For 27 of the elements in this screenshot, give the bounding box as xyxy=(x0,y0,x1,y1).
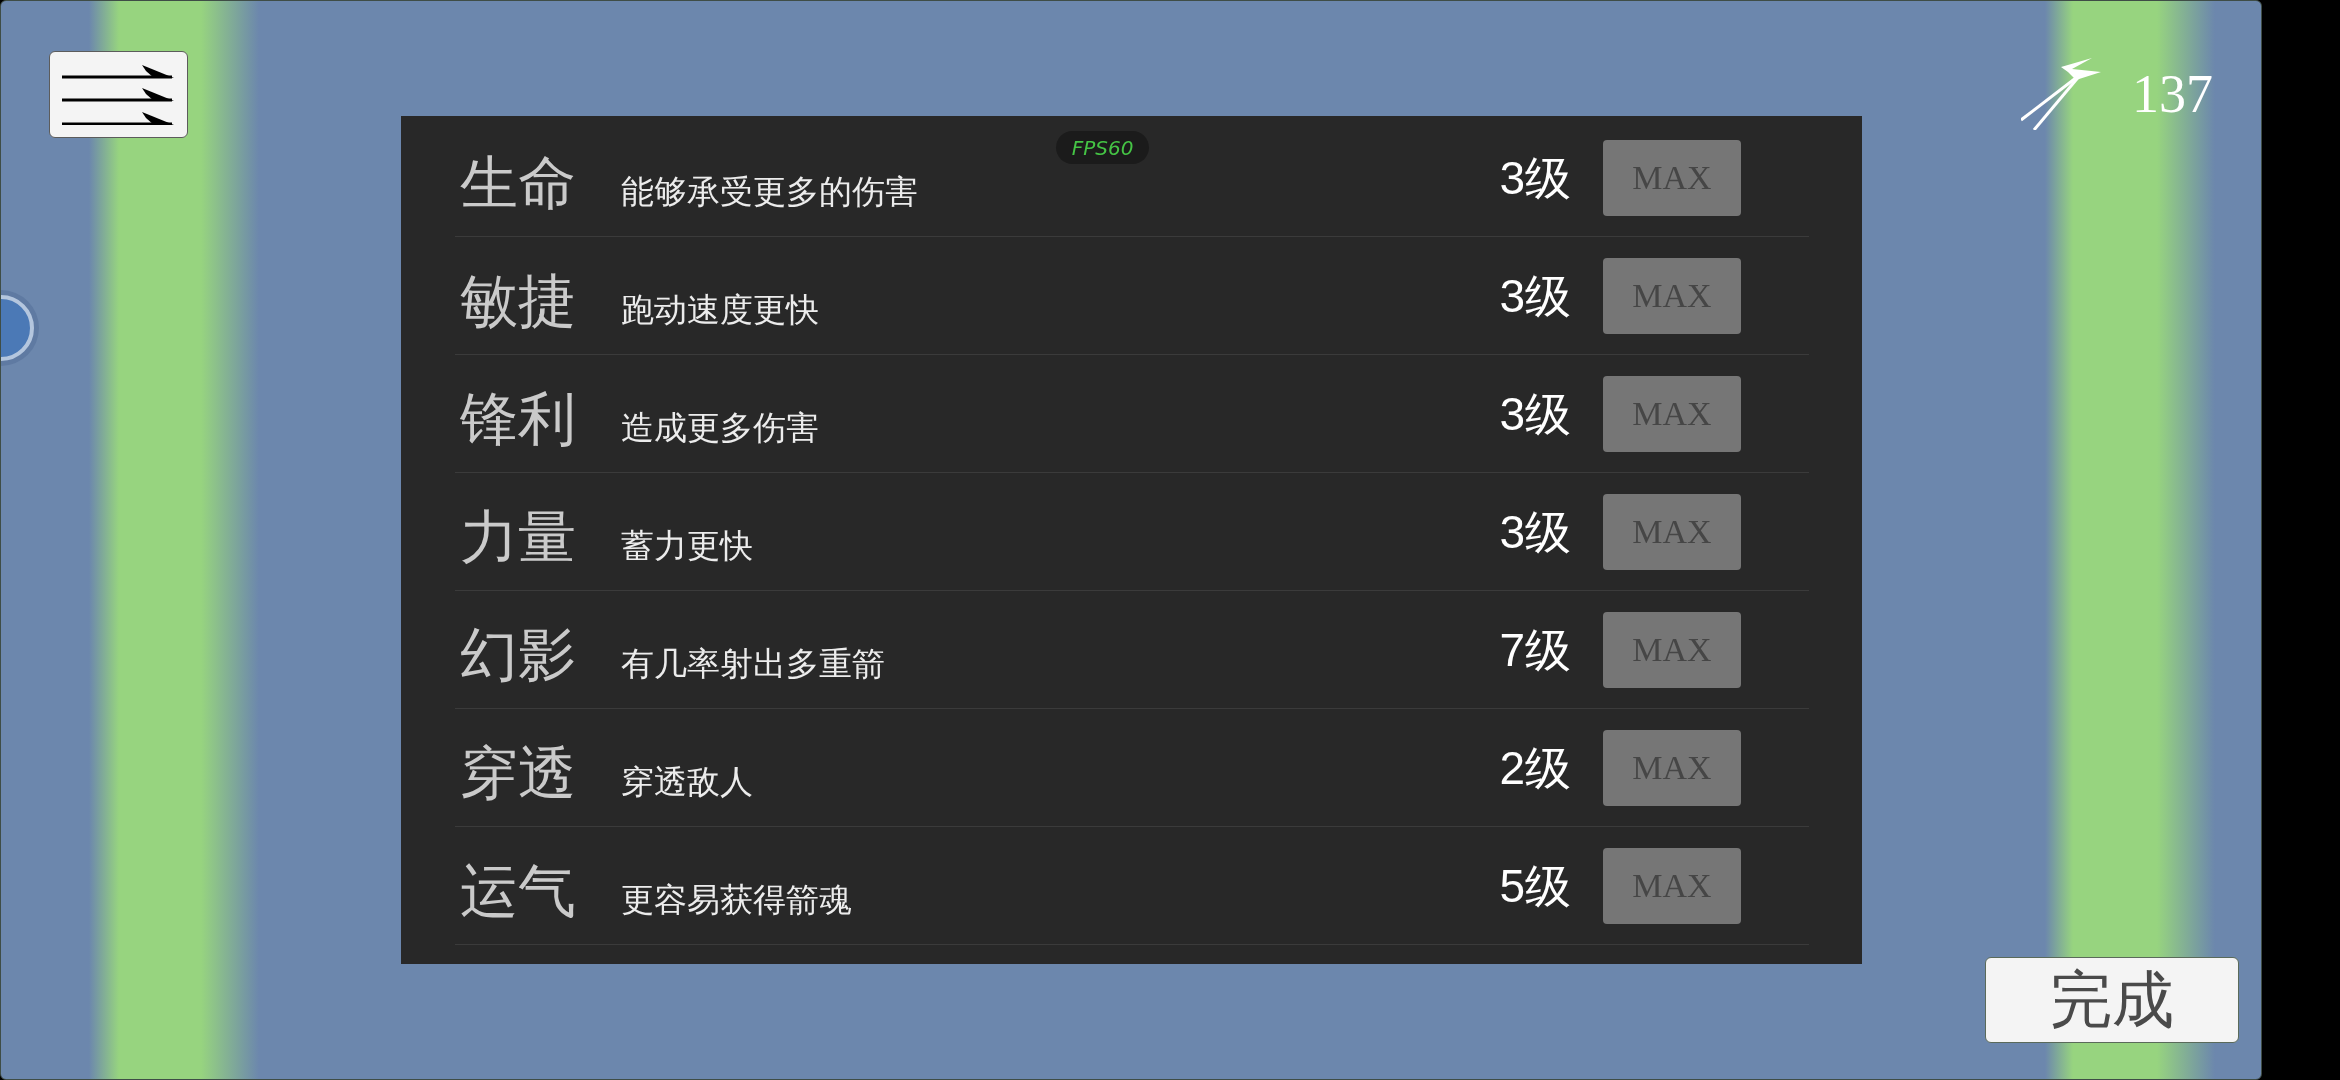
upgrade-description: 更容易获得箭魂 xyxy=(621,882,852,916)
fps-badge: FPS60 xyxy=(1056,131,1149,164)
upgrade-description: 有几率射出多重箭 xyxy=(621,646,885,680)
upgrade-description: 蓄力更快 xyxy=(621,528,753,562)
upgrade-description: 穿透敌人 xyxy=(621,764,753,798)
upgrade-level: 3级 xyxy=(1499,154,1571,201)
upgrade-name: 锋利 xyxy=(460,390,576,449)
done-button[interactable]: 完成 xyxy=(1985,957,2239,1043)
arrow-icon xyxy=(2021,58,2101,130)
upgrade-description: 能够承受更多的伤害 xyxy=(621,174,918,208)
upgrade-level: 7级 xyxy=(1499,626,1571,673)
upgrade-name: 力量 xyxy=(460,508,576,567)
upgrade-description: 造成更多伤害 xyxy=(621,410,819,444)
upgrade-level: 3级 xyxy=(1499,390,1571,437)
upgrade-name: 生命 xyxy=(460,154,576,213)
menu-button[interactable] xyxy=(49,51,188,138)
upgrade-name: 穿透 xyxy=(460,744,576,803)
upgrade-name: 幻影 xyxy=(460,626,576,685)
menu-icon xyxy=(61,64,176,125)
upgrade-description: 跑动速度更快 xyxy=(621,292,819,326)
arrow-count: 137 xyxy=(2132,67,2213,121)
upgrade-level: 3级 xyxy=(1499,272,1571,319)
upgrade-level: 2级 xyxy=(1499,744,1571,791)
upgrade-level: 3级 xyxy=(1499,508,1571,555)
upgrade-name: 运气 xyxy=(460,862,576,921)
upgrade-level: 5级 xyxy=(1499,862,1571,909)
upgrade-name: 敏捷 xyxy=(460,272,576,331)
